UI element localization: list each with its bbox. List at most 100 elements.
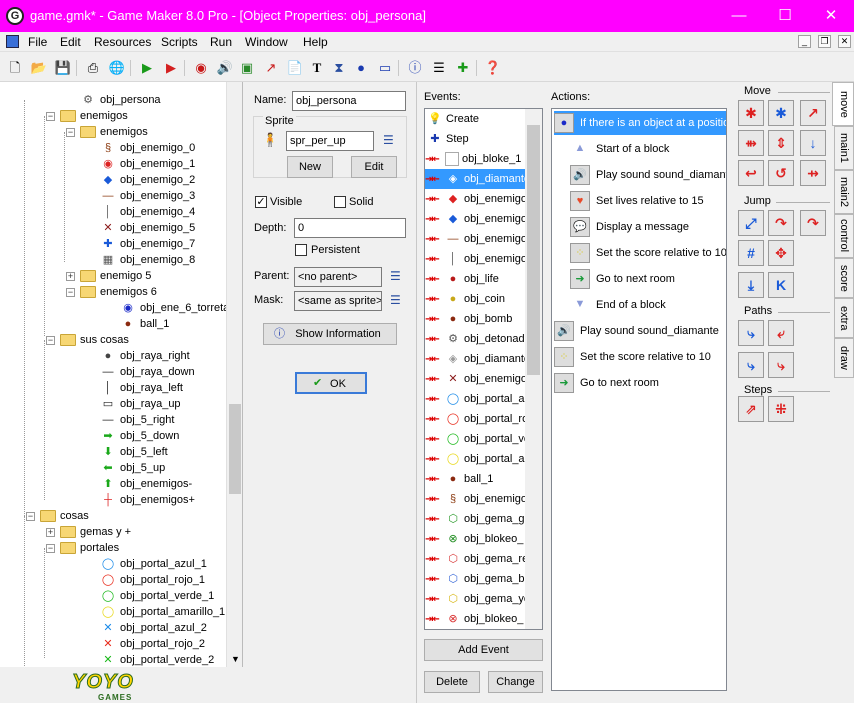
collision-event[interactable]: ⇥⇤ ⬡ obj_gema_re — [425, 549, 528, 569]
collision-event[interactable]: ⇥⇤ ◯ obj_portal_ve — [425, 429, 530, 449]
add-font-icon[interactable]: T — [308, 59, 326, 77]
debug-game-icon[interactable]: ▶ — [162, 59, 180, 77]
tab-score[interactable]: score — [834, 258, 854, 298]
tree-item[interactable]: ● obj_raya_right — [100, 348, 190, 364]
mdi-restore-icon[interactable]: ❐ — [818, 35, 831, 48]
collapse-icon[interactable]: − — [66, 128, 75, 137]
menu-file[interactable]: File — [28, 35, 47, 49]
action-item[interactable]: ● If there is an object at a position — [554, 111, 726, 135]
tree-item[interactable]: ◯ obj_portal_rojo_1 — [100, 572, 205, 588]
persistent-checkbox[interactable] — [295, 244, 307, 256]
collision-event[interactable]: ⇥⇤ ⬡ obj_gema_gr — [425, 509, 528, 529]
tree-item[interactable]: ◉ obj_enemigo_1 — [100, 156, 195, 172]
menu-help[interactable]: Help — [303, 35, 328, 49]
step-towards-icon[interactable]: ⇗ — [738, 396, 764, 422]
tree-item[interactable]: ◉ obj_ene_6_torreta — [120, 300, 229, 316]
add-path-icon[interactable]: ↗ — [262, 59, 280, 77]
jump-random-icon[interactable]: ↷ — [800, 210, 826, 236]
expand-icon[interactable]: + — [46, 528, 55, 537]
step-avoiding-icon[interactable]: ⁜ — [768, 396, 794, 422]
path-position-icon[interactable]: ⤷ — [738, 352, 764, 378]
move-free-icon[interactable]: ✱ — [768, 100, 794, 126]
collision-event[interactable]: ⇥⇤ ◯ obj_portal_a — [425, 389, 525, 409]
action-item[interactable]: ▲ Start of a block — [570, 137, 726, 161]
extensions-icon[interactable]: ✚ — [454, 59, 472, 77]
collision-event[interactable]: ⇥⇤ obj_bloke_1 — [425, 149, 525, 169]
collision-event[interactable]: ⇥⇤ ◆ obj_enemigo — [425, 189, 527, 209]
tree-item[interactable]: ◯ obj_portal_azul_1 — [100, 556, 207, 572]
add-object-icon[interactable]: ● — [352, 59, 370, 77]
edit-sprite-button[interactable]: Edit — [351, 156, 397, 178]
collision-event[interactable]: ⇥⇤ § obj_enemigo — [425, 489, 527, 509]
mask-field[interactable]: <same as sprite> — [294, 291, 382, 311]
collision-event[interactable]: ⇥⇤ ⚙ obj_detonad — [425, 329, 525, 349]
tree-scrollbar[interactable]: ▼ — [226, 82, 242, 667]
close-button[interactable]: ✕ — [808, 0, 854, 32]
collision-event[interactable]: ⇥⇤ ⬡ obj_gema_ye — [425, 589, 530, 609]
minimize-button[interactable]: — — [716, 0, 762, 32]
align-to-grid-icon[interactable]: # — [738, 240, 764, 266]
open-folder-icon[interactable]: 📂 — [30, 59, 48, 77]
action-item[interactable]: ♥ Set lives relative to 15 — [570, 189, 726, 213]
path-speed-icon[interactable]: ⤷ — [768, 352, 794, 378]
tree-item[interactable]: │ obj_enemigo_4 — [100, 204, 196, 220]
action-item[interactable]: ▼ End of a block — [570, 293, 726, 317]
menu-edit[interactable]: Edit — [60, 35, 81, 49]
add-script-icon[interactable]: 📄 — [286, 59, 304, 77]
tree-item[interactable]: │ obj_raya_left — [100, 380, 183, 396]
sprite-menu-icon[interactable]: ☰ — [383, 133, 394, 147]
menu-run[interactable]: Run — [210, 35, 232, 49]
collision-event[interactable]: ⇥⇤ ◆ obj_enemigo — [425, 209, 527, 229]
collision-event[interactable]: ⇥⇤ │ obj_enemigo — [425, 249, 527, 269]
show-information-button[interactable]: ⓘ Show Information — [263, 323, 397, 345]
action-item[interactable]: ⁘ Set the score relative to 10 — [570, 241, 726, 265]
jump-to-start-icon[interactable]: ↷ — [768, 210, 794, 236]
tree-folder[interactable]: gemas y + — [60, 524, 131, 540]
collision-event[interactable]: ⇥⇤ ⊗ obj_blokeo_ — [425, 529, 525, 549]
tree-item[interactable]: ✕ obj_portal_azul_2 — [100, 620, 206, 636]
collapse-icon[interactable]: − — [46, 336, 55, 345]
tree-item[interactable]: ● ball_1 — [120, 316, 170, 332]
bounce-icon[interactable]: K — [768, 272, 794, 298]
event-step[interactable]: ✚ Step — [425, 129, 525, 149]
reverse-vertical-icon[interactable]: ↺ — [768, 160, 794, 186]
collision-event[interactable]: ⇥⇤ ● obj_coin — [425, 289, 525, 309]
set-friction-icon[interactable]: ⇸ — [800, 160, 826, 186]
tree-item[interactable]: § obj_enemigo_0 — [100, 140, 195, 156]
action-item[interactable]: ➜ Go to next room — [554, 371, 726, 395]
mask-menu-icon[interactable]: ☰ — [390, 293, 401, 307]
tree-folder[interactable]: enemigos — [60, 108, 128, 124]
menu-resources[interactable]: Resources — [94, 35, 151, 49]
reverse-horizontal-icon[interactable]: ↩ — [738, 160, 764, 186]
collision-event[interactable]: ⇥⇤ ● obj_life — [425, 269, 525, 289]
set-gravity-icon[interactable]: ↓ — [800, 130, 826, 156]
action-item[interactable]: ➜ Go to next room — [570, 267, 726, 291]
parent-field[interactable]: <no parent> — [294, 267, 382, 287]
tree-item[interactable]: ◯ obj_portal_verde_1 — [100, 588, 214, 604]
action-item[interactable]: 🔊 Play sound sound_diamante — [570, 163, 726, 187]
add-event-button[interactable]: Add Event — [424, 639, 543, 661]
collision-event[interactable]: ⇥⇤ — obj_enemigo — [425, 229, 527, 249]
tree-folder[interactable]: portales — [60, 540, 119, 556]
maximize-button[interactable]: ☐ — [762, 0, 808, 32]
save-icon[interactable]: 💾 — [54, 59, 72, 77]
tree-item[interactable]: ┼ obj_enemigos+ — [100, 492, 195, 508]
event-create[interactable]: 💡 Create — [425, 109, 525, 129]
tree-item[interactable]: — obj_5_right — [100, 412, 175, 428]
help-icon[interactable]: ❓ — [484, 59, 502, 77]
action-item[interactable]: ⁘ Set the score relative to 10 — [554, 345, 726, 369]
collision-event[interactable]: ⇥⇤ ◈ obj_diamante — [425, 169, 530, 189]
publish-icon[interactable]: 🌐 — [108, 59, 126, 77]
ok-button[interactable]: ✔ OK — [295, 372, 367, 394]
action-item[interactable]: 🔊 Play sound sound_diamante — [554, 319, 726, 343]
tree-item[interactable]: ▦ obj_enemigo_8 — [100, 252, 195, 268]
visible-checkbox[interactable]: ✓ — [255, 196, 267, 208]
set-path-icon[interactable]: ⤷ — [738, 320, 764, 346]
tab-extra[interactable]: extra — [834, 298, 854, 338]
tree-item[interactable]: ⬇ obj_5_left — [100, 444, 167, 460]
jump-to-position-icon[interactable]: ⤢ — [738, 210, 764, 236]
tree-item[interactable]: ◆ obj_enemigo_2 — [100, 172, 195, 188]
tree-item[interactable]: ✕ obj_portal_verde_2 — [100, 652, 214, 667]
wrap-screen-icon[interactable]: ✥ — [768, 240, 794, 266]
delete-event-button[interactable]: Delete — [424, 671, 480, 693]
